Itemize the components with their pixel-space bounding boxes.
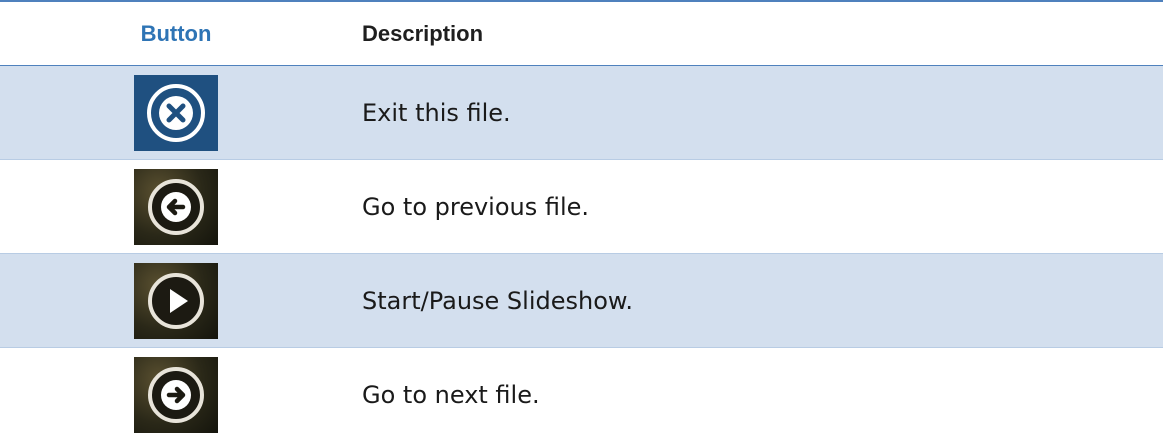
play-circle-icon: [134, 262, 218, 339]
header-description: Description: [362, 20, 484, 46]
row-description: Exit this file.: [362, 98, 511, 127]
icon-cell: [0, 168, 352, 245]
arrow-left-circle-icon: [134, 168, 218, 245]
arrow-right-circle-icon: [134, 356, 218, 433]
table-row: Start/Pause Slideshow.: [0, 253, 1163, 347]
table-row: Go to previous file.: [0, 159, 1163, 253]
table-row: Exit this file.: [0, 66, 1163, 159]
icon-cell: [0, 74, 352, 151]
table-row: Go to next file.: [0, 347, 1163, 441]
table-header: Button Description: [0, 2, 1163, 66]
button-description-table: Button Description Exit this file. Go to…: [0, 0, 1163, 441]
close-circle-icon: [134, 74, 218, 151]
row-description: Go to next file.: [362, 380, 540, 409]
header-button: Button: [140, 20, 212, 46]
icon-cell: [0, 262, 352, 339]
icon-cell: [0, 356, 352, 433]
row-description: Go to previous file.: [362, 192, 590, 221]
row-description: Start/Pause Slideshow.: [362, 286, 633, 315]
